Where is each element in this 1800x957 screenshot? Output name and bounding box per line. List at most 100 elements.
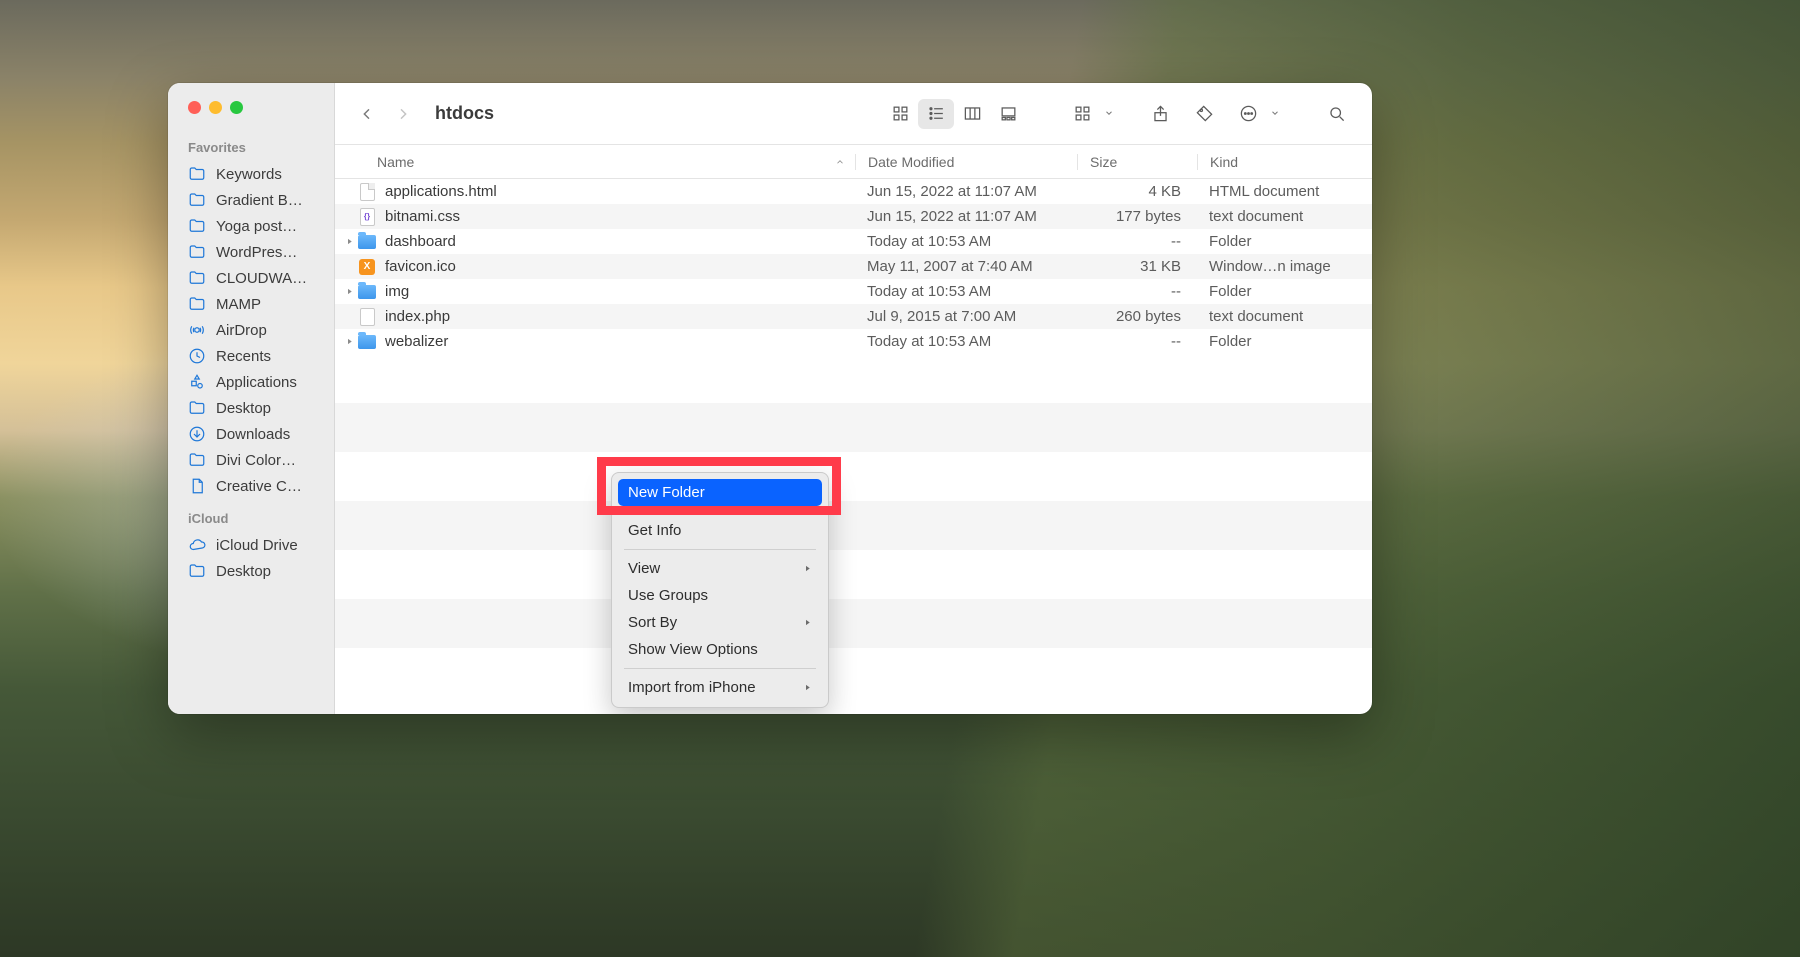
back-button[interactable]	[353, 100, 381, 128]
forward-button[interactable]	[389, 100, 417, 128]
column-header-name[interactable]: Name	[377, 154, 855, 170]
file-name: bitnami.css	[385, 208, 855, 225]
chevron-down-icon	[1270, 105, 1280, 123]
sidebar-item-divi-color[interactable]: Divi Color…	[168, 447, 334, 473]
file-kind: Folder	[1197, 333, 1372, 350]
file-name: img	[385, 283, 855, 300]
column-header-size[interactable]: Size	[1077, 154, 1197, 170]
file-name: webalizer	[385, 333, 855, 350]
empty-row[interactable]	[335, 550, 1372, 599]
menu-item-use-groups[interactable]: Use Groups	[618, 582, 822, 609]
sidebar-item-icloud-drive[interactable]: iCloud Drive	[168, 532, 334, 558]
menu-item-show-view-options[interactable]: Show View Options	[618, 636, 822, 663]
file-size: --	[1077, 283, 1197, 300]
file-row[interactable]: webalizerToday at 10:53 AM--Folder	[335, 329, 1372, 354]
column-label-name: Name	[377, 154, 414, 170]
disclosure-triangle-icon[interactable]	[341, 237, 357, 246]
file-list[interactable]: applications.htmlJun 15, 2022 at 11:07 A…	[335, 179, 1372, 714]
sidebar-item-downloads[interactable]: Downloads	[168, 421, 334, 447]
chevron-right-icon	[803, 614, 812, 631]
column-view-button[interactable]	[954, 99, 990, 129]
icon-view-button[interactable]	[882, 99, 918, 129]
tags-button[interactable]	[1186, 99, 1222, 129]
download-icon	[188, 425, 206, 443]
doc-icon	[188, 477, 206, 495]
gallery-view-button[interactable]	[990, 99, 1026, 129]
file-kind: text document	[1197, 308, 1372, 325]
menu-item-get-info[interactable]: Get Info	[618, 517, 822, 544]
apps-icon	[188, 373, 206, 391]
menu-separator	[624, 549, 816, 550]
sidebar-item-desktop[interactable]: Desktop	[168, 395, 334, 421]
clock-icon	[188, 347, 206, 365]
file-name: dashboard	[385, 233, 855, 250]
column-label-size: Size	[1090, 154, 1117, 170]
sidebar-item-label: Divi Color…	[216, 452, 296, 469]
disclosure-triangle-icon[interactable]	[341, 337, 357, 346]
menu-item-sort-by[interactable]: Sort By	[618, 609, 822, 636]
file-row[interactable]: dashboardToday at 10:53 AM--Folder	[335, 229, 1372, 254]
empty-row[interactable]	[335, 403, 1372, 452]
file-row[interactable]: index.phpJul 9, 2015 at 7:00 AM260 bytes…	[335, 304, 1372, 329]
sidebar-item-label: Applications	[216, 374, 297, 391]
sidebar-item-label: Creative C…	[216, 478, 302, 495]
sidebar-item-wordpres[interactable]: WordPres…	[168, 239, 334, 265]
close-button[interactable]	[188, 101, 201, 114]
menu-item-label: Sort By	[628, 614, 677, 631]
sidebar-item-gradient-b[interactable]: Gradient B…	[168, 187, 334, 213]
sidebar-item-creative-c[interactable]: Creative C…	[168, 473, 334, 499]
folder-icon	[188, 451, 206, 469]
file-row[interactable]: favicon.icoMay 11, 2007 at 7:40 AM31 KBW…	[335, 254, 1372, 279]
empty-row[interactable]	[335, 452, 1372, 501]
action-button[interactable]	[1230, 99, 1266, 129]
sidebar-item-recents[interactable]: Recents	[168, 343, 334, 369]
sort-ascending-icon	[835, 154, 845, 170]
file-row[interactable]: applications.htmlJun 15, 2022 at 11:07 A…	[335, 179, 1372, 204]
list-view-button[interactable]	[918, 99, 954, 129]
column-header-date[interactable]: Date Modified	[855, 154, 1077, 170]
minimize-button[interactable]	[209, 101, 222, 114]
sidebar-section-favorites: Favorites Keywords Gradient B… Yoga post…W…	[168, 132, 334, 503]
view-switcher	[882, 99, 1026, 129]
disclosure-triangle-icon[interactable]	[341, 287, 357, 296]
finder-window: Favorites KeywordsGradient B…Yoga post…W…	[168, 83, 1372, 714]
sidebar-item-label: MAMP	[216, 296, 261, 313]
context-menu: New Folder Get Info ViewUse Groups Sort By S…	[611, 472, 829, 708]
menu-item-view[interactable]: View	[618, 555, 822, 582]
file-date: Today at 10:53 AM	[855, 233, 1077, 250]
group-button[interactable]	[1064, 99, 1100, 129]
file-date: Today at 10:53 AM	[855, 333, 1077, 350]
airdrop-icon	[188, 321, 206, 339]
search-button[interactable]	[1318, 99, 1354, 129]
sidebar-header-icloud: iCloud	[168, 507, 334, 532]
sidebar-item-cloudwa[interactable]: CLOUDWA…	[168, 265, 334, 291]
column-header-kind[interactable]: Kind	[1197, 154, 1372, 170]
sidebar-item-label: Gradient B…	[216, 192, 303, 209]
empty-row[interactable]	[335, 354, 1372, 403]
menu-item-import-from-iphone[interactable]: Import from iPhone	[618, 674, 822, 701]
sidebar-item-applications[interactable]: Applications	[168, 369, 334, 395]
menu-item-new-folder[interactable]: New Folder	[618, 479, 822, 506]
file-kind: Window…n image	[1197, 258, 1372, 275]
zoom-button[interactable]	[230, 101, 243, 114]
sidebar-item-keywords[interactable]: Keywords	[168, 161, 334, 187]
sidebar-item-mamp[interactable]: MAMP	[168, 291, 334, 317]
file-size: 31 KB	[1077, 258, 1197, 275]
empty-row[interactable]	[335, 501, 1372, 550]
sidebar-item-desktop[interactable]: Desktop	[168, 558, 334, 584]
file-kind: Folder	[1197, 283, 1372, 300]
sidebar-item-airdrop[interactable]: AirDrop	[168, 317, 334, 343]
sidebar-item-yoga-post[interactable]: Yoga post…	[168, 213, 334, 239]
sidebar-header-favorites: Favorites	[168, 136, 334, 161]
window-title: htdocs	[435, 103, 494, 124]
file-size: --	[1077, 233, 1197, 250]
file-size: 260 bytes	[1077, 308, 1197, 325]
menu-separator	[624, 668, 816, 669]
share-button[interactable]	[1142, 99, 1178, 129]
empty-row[interactable]	[335, 648, 1372, 697]
sidebar-item-label: Recents	[216, 348, 271, 365]
cloud-icon	[188, 536, 206, 554]
file-row[interactable]: bitnami.cssJun 15, 2022 at 11:07 AM177 b…	[335, 204, 1372, 229]
empty-row[interactable]	[335, 599, 1372, 648]
file-row[interactable]: imgToday at 10:53 AM--Folder	[335, 279, 1372, 304]
